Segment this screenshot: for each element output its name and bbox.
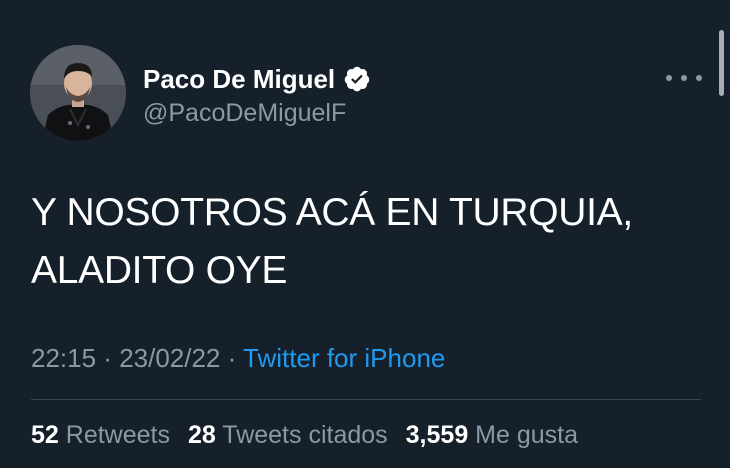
tweet-time[interactable]: 22:15 [31, 343, 96, 373]
tweet-meta: 22:15 · 23/02/22 · Twitter for iPhone [31, 343, 445, 374]
tweet-card: Paco De Miguel @PacoDeMiguelF Y NOSOTROS… [0, 0, 730, 468]
verified-badge-icon [344, 66, 370, 92]
quote-tweets-stat[interactable]: 28 Tweets citados [188, 421, 388, 450]
dot-icon [696, 75, 702, 81]
retweets-count: 52 [31, 421, 59, 449]
meta-separator: · [96, 343, 120, 373]
tweet-source-link[interactable]: Twitter for iPhone [243, 343, 445, 373]
more-options-icon[interactable] [666, 66, 702, 90]
dot-icon [681, 75, 687, 81]
tweet-text-line: ALADITO OYE [31, 249, 288, 292]
display-name[interactable]: Paco De Miguel [143, 64, 335, 95]
avatar-photo [30, 45, 126, 141]
user-name-row: Paco De Miguel [143, 62, 371, 96]
meta-separator: · [220, 343, 244, 373]
quote-tweets-count: 28 [187, 421, 216, 449]
tweet-stats: 52 Retweets 28 Tweets citados 3,559 Me g… [31, 421, 596, 450]
tweet-text: Y NOSOTROS ACÁ EN TURQUIA, ALADITO OYE [31, 184, 691, 300]
likes-label: Me gusta [475, 421, 579, 449]
retweets-stat[interactable]: 52 Retweets [31, 421, 170, 450]
dot-icon [666, 75, 672, 81]
divider [31, 399, 701, 400]
likes-count: 3,559 [405, 421, 469, 449]
tweet-text-line: Y NOSOTROS ACÁ EN TURQUIA, [31, 191, 633, 234]
retweets-label: Retweets [65, 421, 170, 449]
avatar[interactable] [30, 45, 126, 141]
scrollbar[interactable] [719, 30, 724, 96]
likes-stat[interactable]: 3,559 Me gusta [406, 421, 578, 450]
tweet-date[interactable]: 23/02/22 [119, 343, 220, 373]
quote-tweets-label: Tweets citados [222, 421, 388, 449]
user-handle[interactable]: @PacoDeMiguelF [143, 99, 346, 128]
